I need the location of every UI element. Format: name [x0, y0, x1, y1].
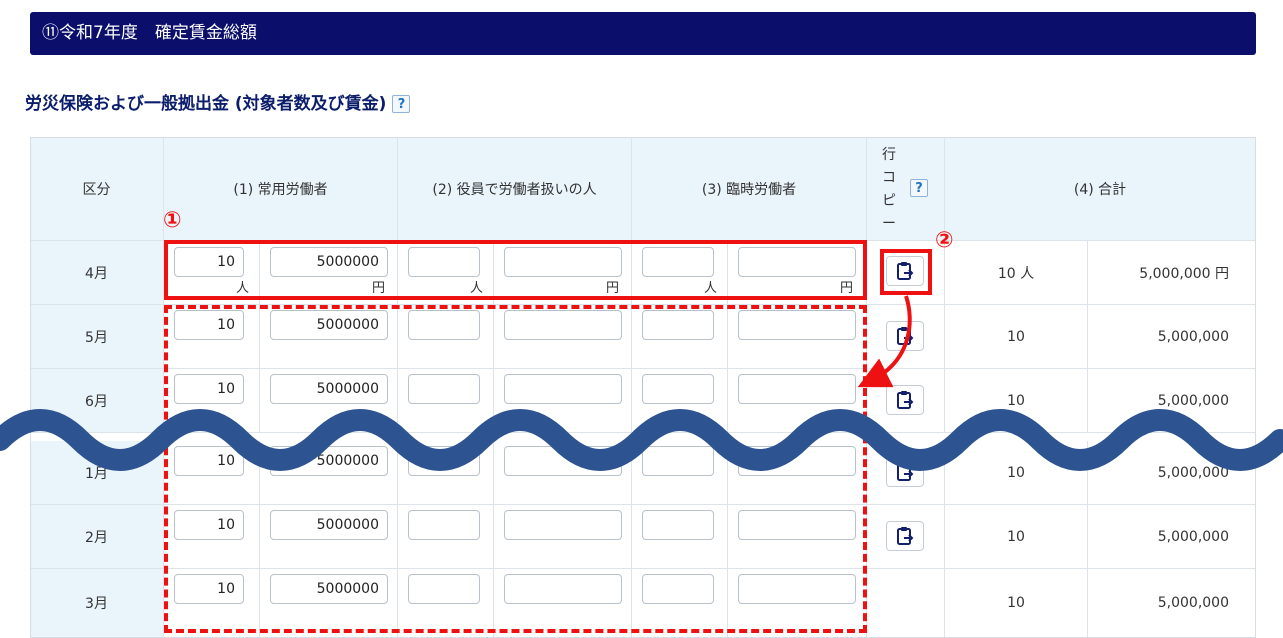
annotation-arrow [857, 295, 912, 388]
omission-wave [0, 409, 1283, 471]
overlay-graphics [0, 295, 1283, 471]
